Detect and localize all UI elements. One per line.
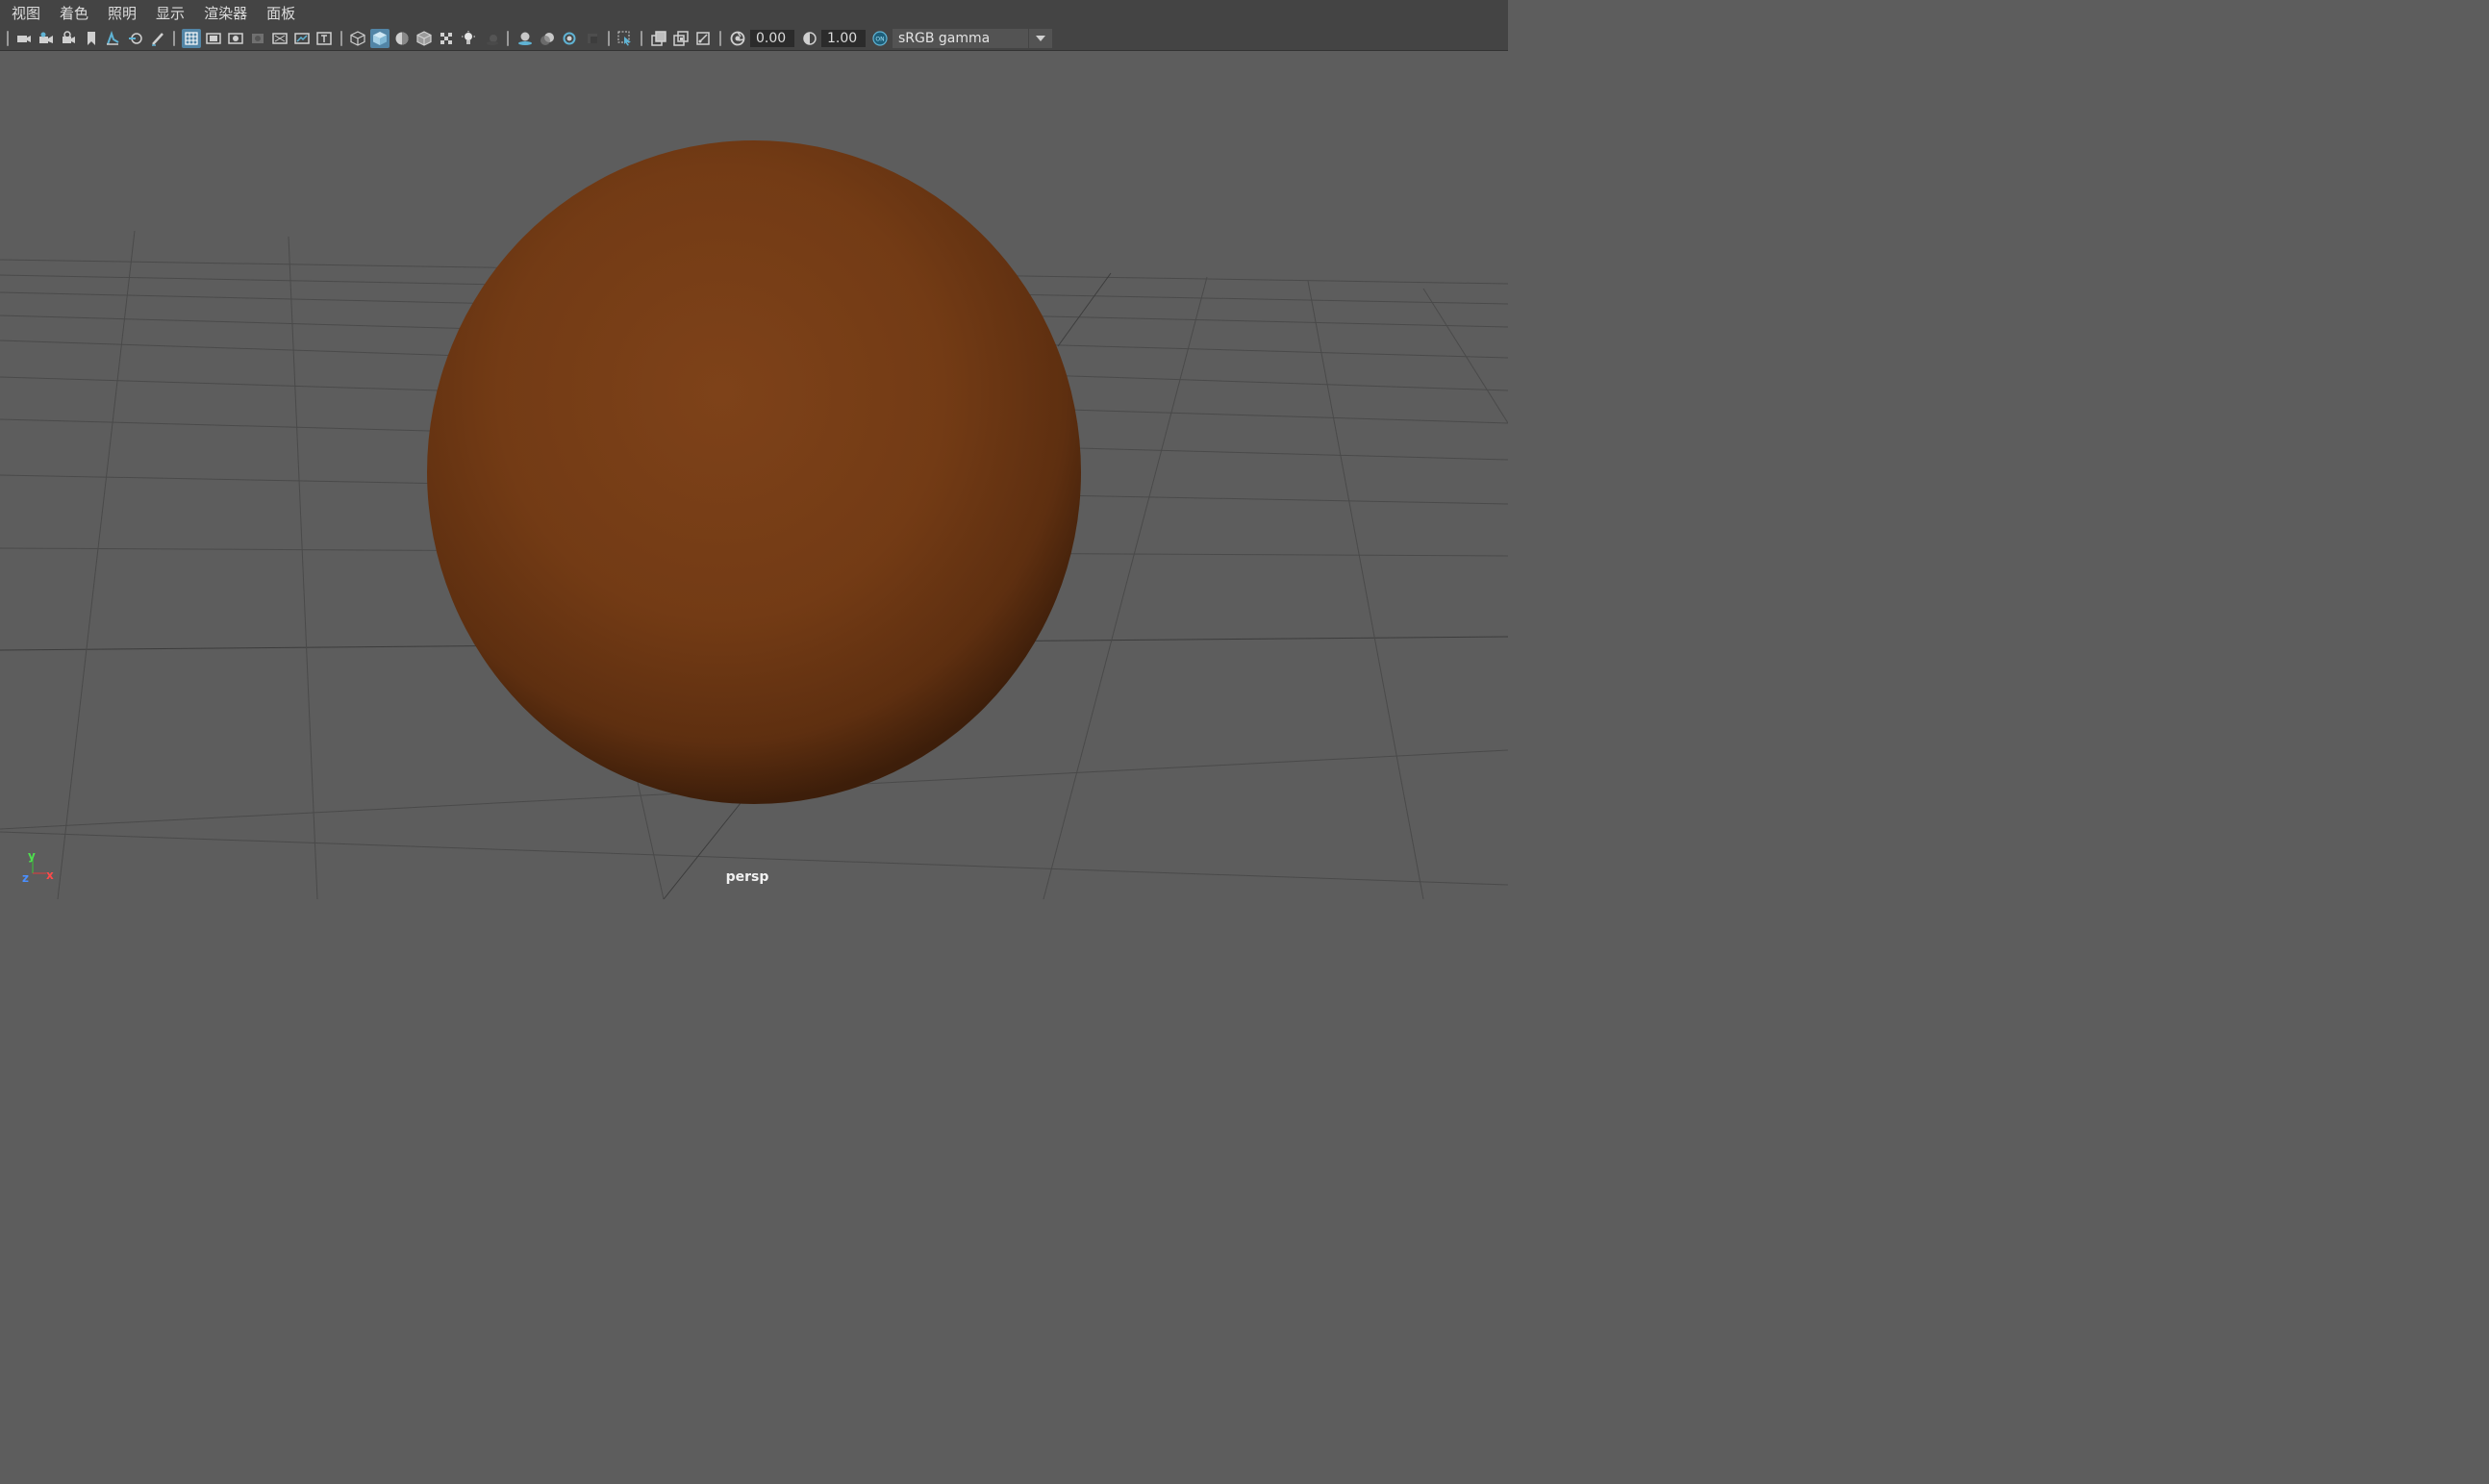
gate-mask-icon[interactable] (248, 29, 267, 48)
toolbar-separator (7, 31, 9, 46)
axis-z-label: z (22, 871, 29, 885)
menu-lighting[interactable]: 照明 (96, 0, 144, 27)
film-gate-icon[interactable] (204, 29, 223, 48)
grid-icon[interactable] (182, 29, 201, 48)
bookmark-icon[interactable] (82, 29, 101, 48)
toolbar-separator (719, 31, 721, 46)
wireframe-icon[interactable] (348, 29, 367, 48)
gamma-icon[interactable] (800, 29, 819, 48)
x-ray-icon[interactable] (649, 29, 668, 48)
screen-space-ambient-occlusion-icon[interactable] (515, 29, 535, 48)
depth-of-field-icon[interactable] (583, 29, 602, 48)
gamma-field[interactable]: 1.00 (821, 30, 866, 47)
use-default-material-icon[interactable] (437, 29, 456, 48)
image-plane-icon[interactable] (126, 29, 145, 48)
axis-y-label: y (28, 849, 36, 863)
viewport-scene (0, 140, 1508, 899)
isolate-select-icon[interactable] (616, 29, 635, 48)
3d-viewport[interactable]: persp y z x (0, 51, 1508, 899)
camera-attributes-icon[interactable] (37, 29, 56, 48)
menu-panels[interactable]: 面板 (255, 0, 303, 27)
menu-bar: 视图 着色 照明 显示 渲染器 面板 (0, 0, 1508, 27)
exposure-icon[interactable] (728, 29, 747, 48)
multisample-anti-aliasing-icon[interactable] (560, 29, 579, 48)
motion-blur-icon[interactable] (538, 29, 557, 48)
menu-renderer[interactable]: 渲染器 (192, 0, 255, 27)
color-space-label: sRGB gamma (898, 31, 991, 46)
exposure-field[interactable]: 0.00 (750, 30, 794, 47)
axis-x-label: x (46, 868, 54, 882)
menu-view[interactable]: 视图 (0, 0, 48, 27)
wireframe-on-shaded-icon[interactable] (392, 29, 412, 48)
smooth-shade-icon[interactable] (370, 29, 390, 48)
select-camera-icon[interactable] (14, 29, 34, 48)
x-ray-joints-icon[interactable] (693, 29, 713, 48)
menu-shading[interactable]: 着色 (48, 0, 96, 27)
camera-bookmark-icon[interactable] (59, 29, 78, 48)
toolbar-separator (340, 31, 342, 46)
menu-show[interactable]: 显示 (144, 0, 192, 27)
color-management-badge-label: ON (875, 37, 884, 43)
safe-action-icon[interactable] (292, 29, 312, 48)
toolbar-separator (507, 31, 509, 46)
shadows-icon[interactable] (482, 29, 501, 48)
field-chart-icon[interactable] (270, 29, 289, 48)
toolbar-separator (641, 31, 642, 46)
color-space-dropdown[interactable]: sRGB gamma (893, 29, 1052, 48)
x-ray-active-components-icon[interactable] (671, 29, 691, 48)
toolbar-separator (173, 31, 175, 46)
use-all-lights-icon[interactable] (459, 29, 478, 48)
color-management-icon[interactable]: ON (870, 29, 890, 48)
sphere-object (427, 140, 1081, 804)
grease-pencil-icon[interactable] (148, 29, 167, 48)
safe-title-icon[interactable] (314, 29, 334, 48)
resolution-gate-icon[interactable] (226, 29, 245, 48)
viewport-toolbar: 0.00 1.00 ON sRGB gamma (0, 27, 1508, 51)
textured-icon[interactable] (415, 29, 434, 48)
camera-name-label: persp (725, 869, 769, 885)
chevron-down-icon[interactable] (1028, 29, 1052, 48)
2d-pan-zoom-icon[interactable] (103, 29, 122, 48)
toolbar-separator (608, 31, 610, 46)
